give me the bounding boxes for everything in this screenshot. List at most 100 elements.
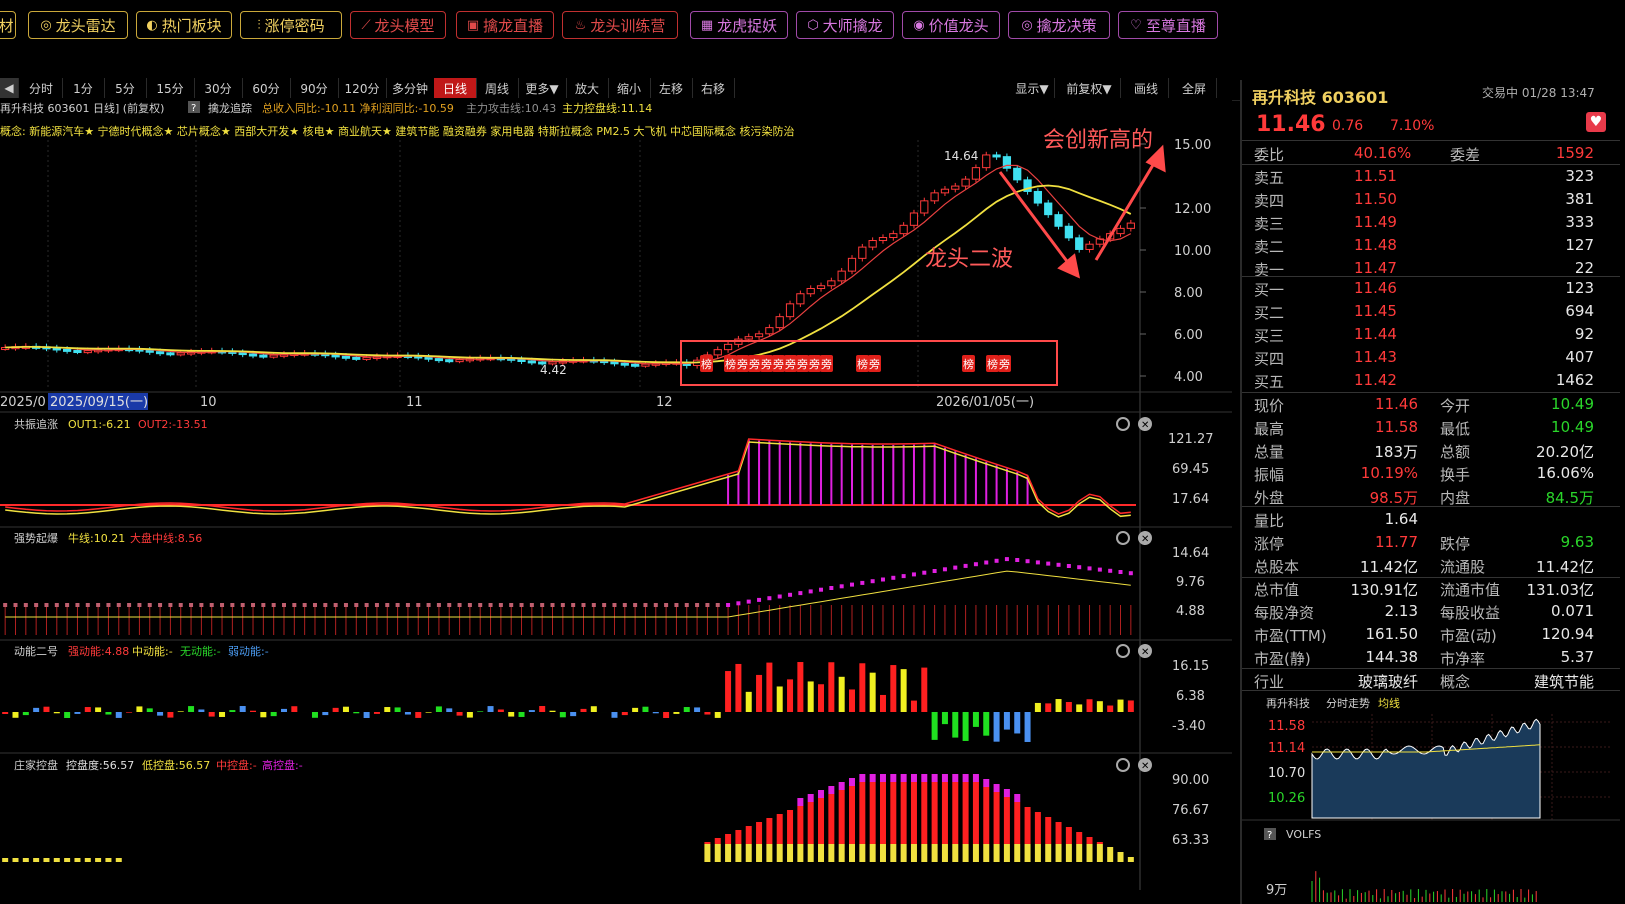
candle-body [971, 167, 981, 180]
svg-text:分时走势: 分时走势 [1326, 697, 1370, 710]
heart-icon[interactable]: ♥ [1586, 112, 1606, 132]
quote-row: 总市值 130.91亿 流通市值 131.03亿 [1254, 581, 1594, 599]
candle-body [796, 293, 805, 305]
topbar-button-11[interactable]: ♡ 至尊直播 [1118, 11, 1218, 39]
svg-text:?: ? [1267, 830, 1272, 841]
trade-status: 交易中 01/28 13:47 [1482, 86, 1595, 100]
topbar-button-3[interactable]: ⫶ 涨停密码 [240, 11, 342, 39]
quote-row: 委比 40.16% 委差 1592 [1254, 144, 1594, 164]
svg-text:牛线:10.21: 牛线:10.21 [68, 531, 125, 545]
candle-body [259, 354, 268, 358]
svg-text:旁: 旁 [797, 357, 808, 371]
candle-body [83, 350, 92, 354]
toolbar-right-0[interactable]: 显示▼ [1010, 78, 1055, 98]
candle-body [610, 361, 619, 365]
stock-name: 再升科技 603601 [1252, 88, 1389, 107]
period-2[interactable]: 5分 [104, 78, 147, 98]
scroll-left-icon[interactable]: ◀ [0, 78, 19, 98]
topbar-button-0[interactable]: 材 [0, 11, 16, 39]
topbar-button-2[interactable]: ◐ 热门板块 [136, 11, 232, 39]
svg-text:旁: 旁 [761, 357, 772, 371]
period-10[interactable]: 周线 [476, 78, 519, 98]
price-change: 0.76 [1332, 118, 1364, 134]
topbar-button-1[interactable]: ◎ 龙头雷达 [28, 11, 128, 39]
close-glyph: ✕ [1141, 761, 1149, 772]
attack-line-label: 主力攻击线:10.43 [466, 101, 556, 115]
svg-text:OUT1:-6.21: OUT1:-6.21 [68, 418, 131, 431]
y-tick: 6.00 [1174, 328, 1203, 343]
candle-body [816, 285, 826, 290]
period-15[interactable]: 右移 [692, 78, 735, 98]
period-8[interactable]: 多分钟 [386, 78, 435, 98]
topbar-button-4[interactable]: ⟋ 龙头模型 [350, 11, 446, 39]
period-13[interactable]: 缩小 [608, 78, 651, 98]
period-12[interactable]: 放大 [566, 78, 609, 98]
svg-text:9.76: 9.76 [1176, 575, 1205, 590]
period-14[interactable]: 左移 [650, 78, 693, 98]
period-11[interactable]: 更多▼ [518, 78, 567, 98]
candle-body [920, 200, 929, 214]
candle-body [899, 224, 908, 235]
quote-row: 市盈(静) 144.38 市净率 5.37 [1254, 648, 1594, 668]
candle-body [930, 192, 939, 202]
candle-body [341, 355, 351, 359]
topbar-button-9[interactable]: ◉ 价值龙头 [902, 11, 1000, 39]
toolbar-right-2[interactable]: 画线 [1124, 78, 1169, 98]
svg-text:庄家控盘: 庄家控盘 [14, 758, 58, 772]
concept-list: 概念: 新能源汽车★ 宁德时代概念★ 芯片概念★ 西部大开发★ 核电★ 商业航天… [0, 124, 794, 138]
candle-body [145, 349, 154, 353]
topbar-icon: ⫶ [257, 17, 261, 33]
period-3[interactable]: 15分 [146, 78, 195, 98]
top-toolbar: 材 ◎ 龙头雷达 ◐ 热门板块 ⫶ 涨停密码 ⟋ 龙头模型 ▣ 擒龙直播 ♨ 龙头训练营 ▦ 龙虎捉妖 ⬡ 大师… [0, 0, 1625, 50]
period-1[interactable]: 1分 [62, 78, 105, 98]
topbar-icon: ♡ [1130, 17, 1142, 33]
svg-text:4.88: 4.88 [1176, 604, 1205, 619]
candle-body [620, 362, 629, 366]
candle-body [754, 333, 764, 338]
svg-text:121.27: 121.27 [1168, 432, 1214, 447]
topbar-button-5[interactable]: ▣ 擒龙直播 [456, 11, 554, 39]
quote-row: 卖五 11.51 323 [1254, 167, 1594, 187]
quote-row: 每股净资 2.13 每股收益 0.071 [1254, 602, 1594, 622]
topbar-button-7[interactable]: ▦ 龙虎捉妖 [690, 11, 788, 39]
candle-body [951, 185, 960, 190]
candle-body [992, 154, 1001, 158]
svg-text:6.38: 6.38 [1176, 689, 1205, 704]
candle-body [362, 356, 371, 360]
period-7[interactable]: 120分 [338, 78, 387, 98]
candle-body [744, 336, 753, 340]
svg-text:90.00: 90.00 [1172, 773, 1209, 788]
quote-row: 振幅 10.19% 换手 16.06% [1254, 464, 1594, 484]
topbar-button-8[interactable]: ⬡ 大师擒龙 [796, 11, 894, 39]
svg-text:无动能:-: 无动能:- [180, 644, 221, 658]
close-glyph: ✕ [1141, 534, 1149, 545]
svg-text:11.14: 11.14 [1268, 741, 1305, 756]
svg-text:强动能:4.88: 强动能:4.88 [68, 644, 129, 658]
candle-body [982, 154, 991, 169]
quote-row: 最高 11.58 最低 10.49 [1254, 418, 1594, 438]
svg-text:11: 11 [406, 395, 423, 410]
svg-text:共振追涨: 共振追涨 [14, 417, 58, 431]
period-5[interactable]: 60分 [242, 78, 291, 98]
intraday-mini-chart[interactable]: 再升科技 分时走势 均线 11.58 11.14 10.70 10.26 ? V… [1242, 692, 1620, 904]
candle-body [940, 188, 950, 194]
period-4[interactable]: 30分 [194, 78, 243, 98]
candle-body [1126, 222, 1135, 229]
period-9[interactable]: 日线 [434, 78, 477, 98]
toolbar-right-3[interactable]: 全屏 [1172, 78, 1217, 98]
svg-text:76.67: 76.67 [1172, 803, 1209, 818]
svg-text:10.26: 10.26 [1268, 791, 1305, 806]
chart-area[interactable]: 再升科技 603601 日线] (前复权) ? 擒龙追踪 总收入同比:-10.1… [0, 100, 1232, 904]
price-change-pct: 7.10% [1390, 118, 1435, 134]
svg-text:11.58: 11.58 [1268, 719, 1305, 734]
low-price-label: 4.42 [540, 363, 567, 377]
topbar-button-6[interactable]: ♨ 龙头训练营 [562, 11, 678, 39]
svg-text:强势起爆: 强势起爆 [14, 531, 58, 545]
toolbar-right-1[interactable]: 前复权▼ [1058, 78, 1121, 98]
candle-body [723, 343, 733, 351]
topbar-button-10[interactable]: ◎ 擒龙决策 [1008, 11, 1110, 39]
svg-text:旁: 旁 [785, 357, 796, 371]
period-0[interactable]: 分时 [20, 78, 63, 98]
period-6[interactable]: 90分 [290, 78, 339, 98]
svg-text:榜: 榜 [987, 357, 998, 371]
